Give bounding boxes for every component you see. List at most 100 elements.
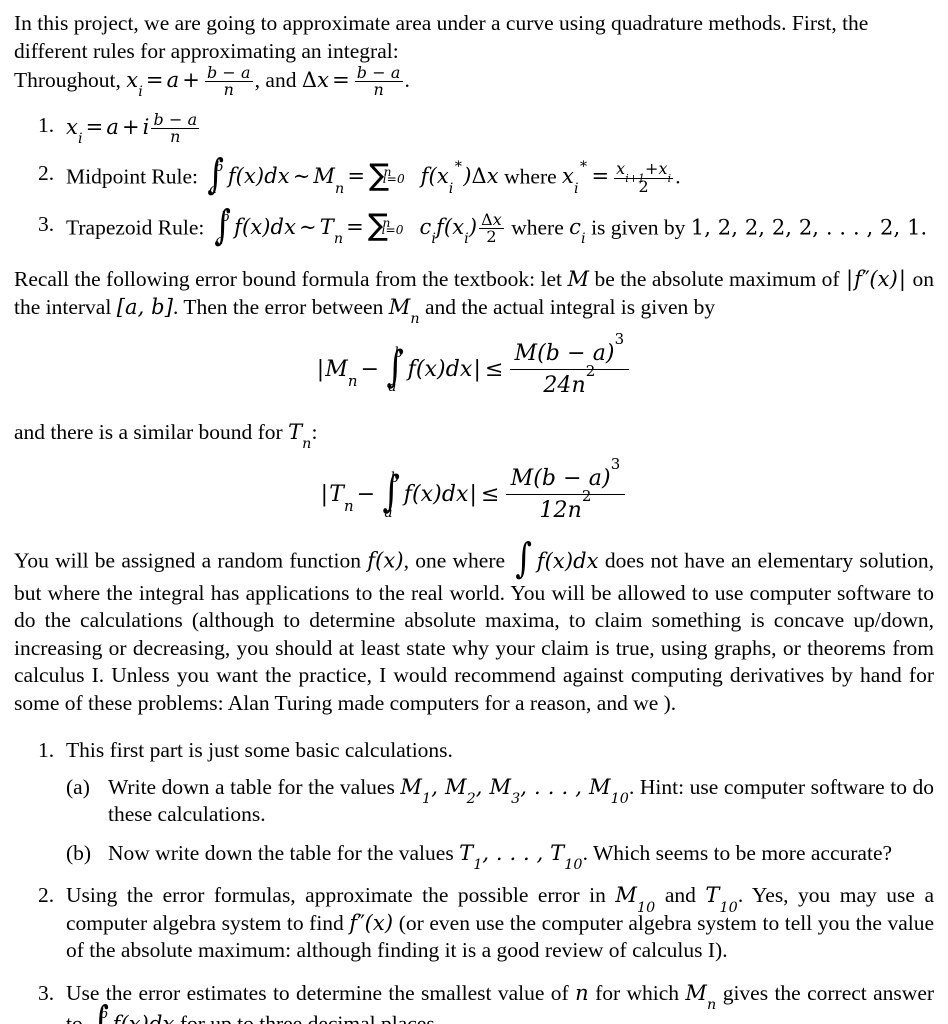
task-3-seg4: for up to three decimal places.	[179, 1011, 441, 1024]
task-submarker-b: (b)	[66, 840, 92, 865]
recall-part4: . Then the error between	[173, 294, 384, 319]
rule-2-xstar-def: xi∗= xi+1+xi 2	[562, 156, 674, 197]
task-submarker-a: (a)	[66, 774, 90, 799]
rule-2-label: Midpoint Rule:	[66, 164, 198, 189]
eq-trap-frac-den: 12n2	[505, 489, 626, 524]
eq-trap-integrand: f(x)dx	[403, 482, 469, 508]
body-fx: f(x)	[367, 548, 404, 573]
rules-list: 1. xi= a + i b − an 2. Midpoint Rule: ∫ a b f(x)…	[14, 109, 934, 248]
eq-mid-num-text: M(b − a)	[514, 341, 615, 367]
task-2-T10: T10	[705, 883, 738, 916]
task-b-values: T1, . . . , T10	[459, 840, 583, 874]
eq-mid-M-sub: n	[347, 371, 358, 390]
eq-trapezoid-lhs: |Tn − ∫ a b f(x)dx| ≤ M(b − a)3 12n2	[320, 457, 629, 523]
recall-Mn: Mn	[389, 295, 420, 326]
eq-mid-minus: −	[360, 357, 380, 383]
recall-fpp: |f″(x)|	[845, 267, 907, 292]
eq-trap-num-text: M(b − a)	[510, 466, 611, 492]
sim-sign-2: ∼	[299, 214, 317, 239]
recall-paragraph: Recall the following error bound formula…	[14, 266, 934, 326]
integral-upper-1: b	[394, 345, 404, 362]
task-a-values: M1, M2, M3, . . . , M10	[400, 774, 629, 808]
summation-sign-2: ∑ i=0 n	[367, 208, 404, 243]
equation-midpoint-error-bound: |Mn − ∫ a b f(x)dx| ≤ M(b − a)3 24n2	[14, 331, 934, 399]
rule-item-3: 3. Trapezoid Rule: ∫ a b f(x)dx ∼ Tn= ∑ i=0 n cif(…	[14, 204, 934, 248]
eq-mid-fraction: M(b − a)3 24n2	[509, 331, 630, 399]
rule-item-2: 2. Midpoint Rule: ∫ a b f(x)dx ∼ Mn= ∑ i=0 n f(xi∗…	[14, 153, 934, 197]
task-2-seg1: Using the error formulas, approximate th…	[66, 883, 606, 908]
sim-sign-1: ∼	[292, 164, 311, 189]
task-item-3: 3. Use the error estimates to determine t…	[14, 980, 934, 1024]
rule3-frac-num: Δx	[481, 209, 502, 229]
fraction-b-minus-a-over-n: b − an	[204, 64, 253, 99]
recall-part2: be the absolute maximum of	[594, 267, 840, 292]
eq-trap-minus: −	[356, 482, 376, 508]
var-x-sub: i	[138, 84, 143, 101]
integral-sign-3: ∫ a b	[386, 341, 405, 396]
abs-open-2: |	[320, 482, 329, 508]
recall-part1: Recall the following error bound formula…	[14, 267, 562, 292]
eq-mid-den-exp: 2	[585, 361, 596, 380]
throughout-math: xi= a + b − an	[126, 64, 254, 99]
eq-trap-leq: ≤	[481, 482, 500, 508]
task-3-Mn: Mn	[685, 980, 717, 1014]
bridge-prefix: and there is a similar bound for	[14, 419, 283, 444]
task-2-M10: M10	[615, 883, 656, 916]
task-3-n: n	[575, 980, 589, 1005]
bridge-colon: :	[311, 419, 318, 444]
eq-trap-fraction: M(b − a)3 12n2	[505, 457, 626, 524]
body-paragraph: You will be assigned a random function f…	[14, 538, 935, 717]
eq-midpoint-lhs: |Mn − ∫ a b f(x)dx| ≤ M(b − a)3 24n2	[316, 331, 633, 398]
task-a-pre: Write down a table for the values	[108, 774, 395, 799]
equation-trapezoid-error-bound: |Tn − ∫ a b f(x)dx| ≤ M(b − a)3 12n2	[14, 457, 934, 524]
abs-close-2: |	[469, 482, 478, 508]
fraction-numerator-2: b − a	[356, 63, 401, 82]
summation-sign-1: ∑ i=0 n	[369, 157, 405, 193]
eq-trap-T-sub: n	[343, 497, 354, 515]
recall-M: M	[567, 267, 590, 292]
eq-mid-M: M	[325, 357, 348, 383]
intro-paragraph: In this project, we are going to approxi…	[14, 10, 934, 65]
eq-trap-T: T	[329, 482, 344, 508]
rule-marker-2: 2.	[38, 161, 55, 186]
rule-3-coefficients: 1, 2, 2, 2, 2, . . . , 2, 1.	[690, 214, 928, 239]
body-s3: does not have an elementary solution, bu…	[14, 548, 935, 715]
task-subitem-b: (b) Now write down the table for the valu…	[66, 840, 934, 874]
eq-trap-frac-num: M(b − a)3	[506, 457, 626, 494]
throughout-line: Throughout, xi= a + b − an, and Δx = b − an.	[14, 63, 934, 99]
task-3-seg2: for which	[595, 980, 680, 1005]
rule-marker-1: 1.	[38, 112, 55, 137]
rule3-fraction: Δx 2	[479, 209, 504, 246]
rule-3-label: Trapezoid Rule:	[66, 214, 205, 239]
eq-mid-num-exp: 3	[614, 329, 625, 348]
integral-lower-1: a	[388, 379, 397, 396]
task-2-fpp: f″(x)	[349, 910, 394, 935]
recall-part5: and the actual integral is given by	[425, 294, 716, 319]
integral-sign-5: ∫	[515, 534, 533, 583]
rule-3-where: where	[511, 214, 564, 239]
integral-sign-1: ∫ a b	[207, 150, 225, 199]
eq-mid-frac-num: M(b − a)3	[510, 331, 630, 369]
recall-Mn-sub: n	[410, 310, 420, 327]
equals-sign: =	[145, 67, 164, 92]
task-3-integral: ∫abf(x)dx	[88, 1001, 174, 1024]
bridge-Tn-letter: T	[288, 419, 303, 444]
task-marker-2: 2.	[38, 883, 55, 908]
rule2-fraction: xi+1+xi 2	[614, 161, 674, 195]
throughout-prefix: Throughout,	[14, 67, 121, 92]
rule-3-ci: ci	[569, 214, 586, 248]
bridge-line: and there is a similar bound for Tn:	[14, 419, 934, 451]
task-2-seg2: and	[664, 883, 696, 908]
var-x: x	[126, 67, 139, 92]
var-x2: x	[317, 67, 330, 92]
rule1-fraction: b − an	[151, 109, 200, 146]
body-int-fx: ∫ f(x)dx	[511, 538, 599, 580]
intro-line1: In this project, we are going to approxi…	[14, 11, 869, 63]
rule1-frac-num: b − a	[153, 109, 198, 129]
delta-symbol: Δ	[301, 67, 318, 92]
eq-trap-den-text: 12n	[539, 498, 582, 524]
rule-2-formula: ∫ a b f(x)dx ∼ Mn= ∑ i=0 n f(xi∗)Δx	[203, 153, 499, 197]
fraction-denominator-2: n	[354, 81, 403, 98]
task-item-1: 1. This first part is just some basic cal…	[14, 737, 934, 874]
task-1-text: This first part is just some basic calcu…	[66, 738, 453, 763]
